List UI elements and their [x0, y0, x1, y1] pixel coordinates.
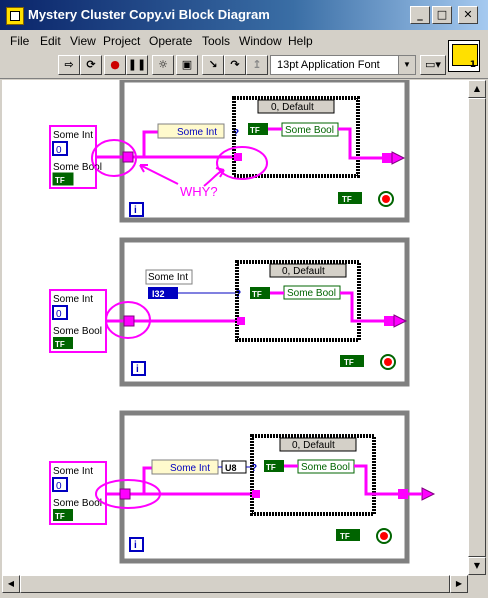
- scroll-up-icon[interactable]: ▲: [468, 80, 486, 98]
- cluster-label-int-3: Some Int: [53, 466, 93, 477]
- vi-connector-icon[interactable]: 1: [448, 40, 480, 72]
- menu-help[interactable]: Help: [288, 34, 313, 48]
- case-selector-label-1: 0, Default: [271, 102, 314, 113]
- menu-file[interactable]: File: [10, 34, 29, 48]
- vertical-scrollbar[interactable]: ▲ ▼: [468, 80, 486, 575]
- close-button[interactable]: ✕: [458, 6, 478, 24]
- scroll-down-icon[interactable]: ▼: [468, 557, 486, 575]
- menu-project[interactable]: Project: [103, 34, 140, 48]
- case-tunnel-in-2: [237, 317, 245, 325]
- bundle-bool-label-3: Some Bool: [301, 462, 350, 473]
- case-bool-text-3: TF: [266, 463, 276, 472]
- align-objects-icon[interactable]: ▭▾: [420, 55, 446, 75]
- resize-grip-icon[interactable]: [468, 575, 486, 593]
- vertical-scroll-thumb[interactable]: [468, 98, 486, 557]
- bool-constant-text-2: TF: [55, 340, 65, 349]
- shift-register-right-3[interactable]: [421, 487, 436, 501]
- vi-icon-number: 1: [469, 60, 476, 70]
- int-value-3: 0: [56, 481, 62, 492]
- loop-index-text-2: i: [136, 364, 139, 375]
- step-into-icon[interactable]: ↘: [202, 55, 224, 75]
- loop-index-text-1: i: [134, 205, 137, 216]
- case-tunnel-in-1: [234, 153, 242, 161]
- stop-icon-2: [384, 358, 392, 366]
- menu-bar: File Edit View Project Operate Tools Win…: [0, 30, 488, 52]
- diagram-3: Some Int 0 Some Bool TF Some Int U8 ? 0,…: [49, 410, 436, 564]
- cluster-label-bool-2: Some Bool: [53, 326, 102, 337]
- pause-icon[interactable]: ❚❚: [126, 55, 148, 75]
- diagram-2: Some Int 0 Some Bool TF Some Int I32 ? 0…: [49, 237, 410, 387]
- shift-register-left-1[interactable]: [122, 151, 134, 163]
- shift-register-left-2[interactable]: [123, 315, 135, 327]
- case-selector-label-3: 0, Default: [292, 440, 335, 451]
- menu-window[interactable]: Window: [239, 34, 282, 48]
- toolbar: ⇨ ⟳ ● ❚❚ ☼ ▣ ↘ ↷ ↥ 13pt Application Font…: [0, 52, 488, 79]
- convert-u8-label-3: U8: [225, 463, 237, 473]
- scroll-left-icon[interactable]: ◀: [2, 575, 20, 593]
- stop-constant-text-1: TF: [342, 195, 352, 204]
- int-value-2: 0: [56, 309, 62, 320]
- title-bar[interactable]: Mystery Cluster Copy.vi Block Diagram _ …: [0, 0, 488, 30]
- retain-wire-values-icon[interactable]: ▣: [176, 55, 198, 75]
- scroll-right-icon[interactable]: ▶: [450, 575, 468, 593]
- annotation-arrow-left-icon: [139, 164, 179, 185]
- menu-view[interactable]: View: [70, 34, 96, 48]
- abort-icon[interactable]: ●: [104, 55, 126, 75]
- cluster-label-int-1: Some Int: [53, 130, 93, 141]
- stop-icon-3: [380, 532, 388, 540]
- case-bool-text-2: TF: [252, 290, 262, 299]
- cluster-label-int-2: Some Int: [53, 294, 93, 305]
- menu-edit[interactable]: Edit: [40, 34, 61, 48]
- bundle-label-1: Some Int: [177, 127, 217, 138]
- minimize-button[interactable]: _: [410, 6, 430, 24]
- maximize-button[interactable]: □: [432, 6, 452, 24]
- highlight-execution-icon[interactable]: ☼: [152, 55, 174, 75]
- cluster-label-bool-3: Some Bool: [53, 498, 102, 509]
- stop-constant-text-2: TF: [344, 358, 354, 367]
- bool-constant-text-1: TF: [55, 176, 65, 185]
- case-tunnel-in-3: [252, 490, 260, 498]
- menu-operate[interactable]: Operate: [149, 34, 192, 48]
- int-value-1: 0: [56, 145, 62, 156]
- loop-index-text-3: i: [134, 540, 137, 551]
- case-bool-text-1: TF: [250, 126, 260, 135]
- case-tunnel-out-1: [382, 153, 392, 163]
- horizontal-scroll-thumb[interactable]: [20, 575, 450, 593]
- run-arrow-icon[interactable]: ⇨: [58, 55, 80, 75]
- stop-constant-text-3: TF: [340, 532, 350, 541]
- case-tunnel-out-2: [384, 316, 394, 326]
- diagram-1: Some Int 0 Some Bool TF Some Int ? 0, De…: [49, 80, 410, 223]
- bundle-bool-label-2: Some Bool: [287, 288, 336, 299]
- shift-register-right-2[interactable]: [393, 314, 408, 328]
- font-selector-label: 13pt Application Font: [277, 59, 380, 71]
- block-diagram-canvas[interactable]: Some Int 0 Some Bool TF Some Int ? 0, De…: [2, 80, 468, 575]
- case-selector-label-2: 0, Default: [282, 266, 325, 277]
- annotation-text: WHY?: [180, 184, 218, 199]
- vi-window-icon: [6, 7, 24, 25]
- bundle-bool-label-1: Some Bool: [285, 125, 334, 136]
- font-selector[interactable]: 13pt Application Font ▼: [270, 55, 416, 75]
- stop-icon-1: [382, 195, 390, 203]
- case-tunnel-out-3: [398, 489, 408, 499]
- step-over-icon[interactable]: ↷: [224, 55, 246, 75]
- bundle-label-3: Some Int: [170, 463, 210, 474]
- chevron-down-icon[interactable]: ▼: [398, 56, 415, 74]
- window-title: Mystery Cluster Copy.vi Block Diagram: [28, 7, 270, 22]
- const-label-2: Some Int: [148, 272, 188, 283]
- horizontal-scrollbar[interactable]: ◀ ▶: [2, 575, 468, 593]
- menu-tools[interactable]: Tools: [202, 34, 230, 48]
- run-continuously-icon[interactable]: ⟳: [80, 55, 102, 75]
- i32-constant-text-2: I32: [152, 289, 165, 299]
- step-out-icon[interactable]: ↥: [246, 55, 268, 75]
- bool-constant-text-3: TF: [55, 512, 65, 521]
- shift-register-left-3[interactable]: [119, 488, 131, 500]
- shift-register-right-1[interactable]: [391, 151, 406, 165]
